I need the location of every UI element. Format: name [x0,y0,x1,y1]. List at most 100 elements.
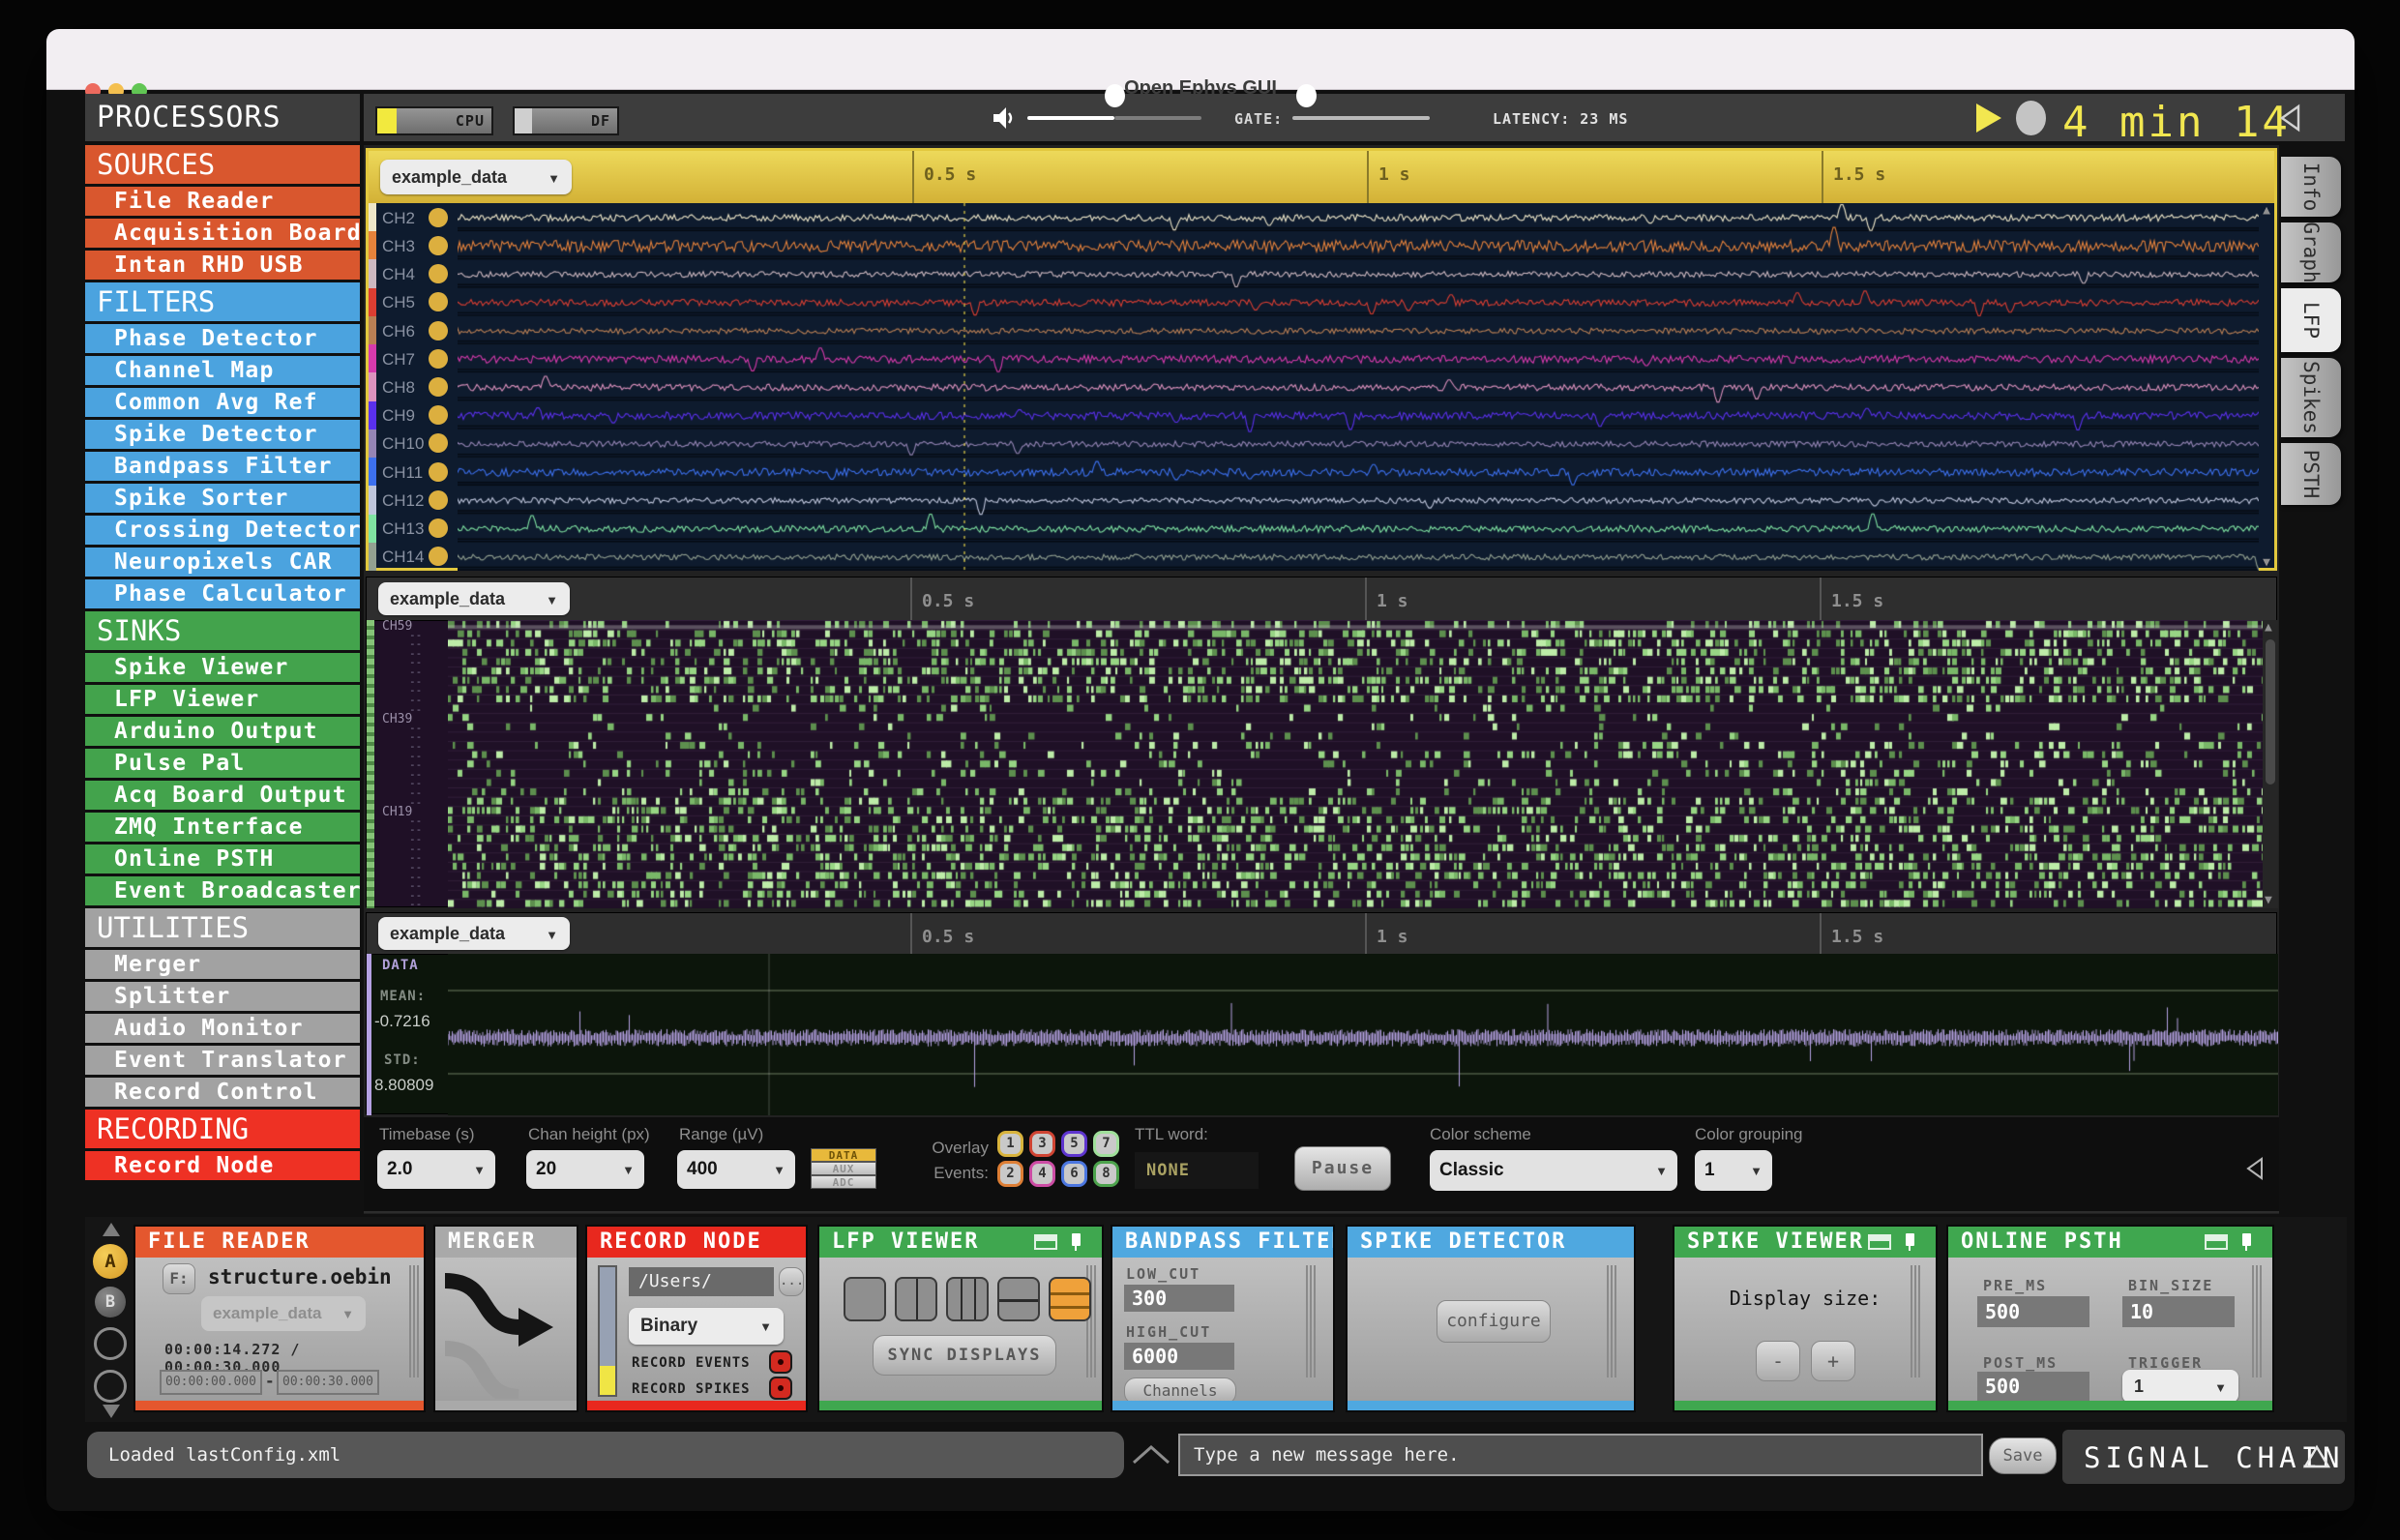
signal-type-aux-button[interactable]: AUX [811,1162,876,1175]
channel-enable-dot-ch3[interactable] [429,235,448,255]
raster-canvas[interactable] [448,620,2263,908]
tab-graph[interactable]: Graph [2281,222,2341,283]
channel-enable-dot-ch2[interactable] [429,207,448,227]
audio-config-b-button[interactable]: B [95,1287,126,1318]
processor-item-online-psth[interactable]: Online PSTH [85,844,360,874]
signal-chain-toggle-icon[interactable] [2302,1443,2331,1470]
processor-item-arduino-output[interactable]: Arduino Output [85,717,360,746]
overlay-event-button-2[interactable]: 2 [997,1161,1023,1187]
pin-tab-icon[interactable] [2242,1233,2251,1251]
panel2-stream-selector[interactable]: example_data [378,582,570,615]
tab-psth[interactable]: PSTH [2281,443,2341,505]
monitor-display-panel-3[interactable]: example_data 0.5 s 1 s 1.5 s DATA MEAN: -0… [366,912,2278,1115]
display-size-decrease-button[interactable]: - [1756,1341,1800,1381]
processor-item-phase-calculator[interactable]: Phase Calculator [85,579,360,608]
panel1-stream-selector[interactable]: example_data [380,160,572,194]
tab-info[interactable]: Info [2281,157,2341,217]
start-time-input[interactable]: 00:00:00.000 [160,1370,262,1395]
panel2-scroll-down-icon[interactable]: ▼ [2265,894,2272,906]
processor-item-acq-board-output[interactable]: Acq Board Output [85,781,360,810]
lfp-display-panel-1[interactable]: example_data 0.5 s1 s1.5 s CH2CH3CH4CH5C… [366,148,2277,571]
post-ms-field[interactable]: 500 [1977,1372,2089,1401]
audio-config-a-button[interactable]: A [93,1244,128,1279]
pause-button[interactable]: Pause [1294,1146,1391,1191]
volume-slider-track[interactable] [1027,116,1114,120]
overlay-event-button-6[interactable]: 6 [1061,1161,1087,1187]
channel-enable-dot-ch11[interactable] [429,461,448,482]
tab-lfp[interactable]: LFP [2281,288,2341,352]
overlay-event-button-8[interactable]: 8 [1093,1161,1119,1187]
chan-height-select[interactable]: 20 [526,1150,644,1189]
channel-enable-dot-ch13[interactable] [429,518,448,539]
panel2-scrollbar[interactable]: ▲ ▼ [2263,620,2278,908]
channel-enable-dot-ch12[interactable] [429,489,448,510]
layout-three-columns-button[interactable] [946,1277,989,1321]
panel2-scrollbar-thumb[interactable] [2266,639,2275,785]
monitor-trace-canvas[interactable] [448,954,2278,1115]
channel-enable-dot-ch14[interactable] [429,547,448,567]
end-time-input[interactable]: 00:00:30.000 [277,1370,379,1395]
rail-slot-3-button[interactable] [94,1327,127,1360]
volume-slider-track-right[interactable] [1114,116,1201,120]
open-window-icon[interactable] [2205,1234,2228,1250]
expand-console-icon[interactable] [1130,1443,1172,1466]
timebase-select[interactable]: 2.0 [377,1150,495,1189]
collapse-left-icon[interactable] [2277,104,2302,133]
range-select[interactable]: 400 [677,1150,795,1189]
processor-item-record-node[interactable]: Record Node [85,1151,360,1180]
collapse-controls-icon[interactable] [2244,1156,2266,1181]
module-lfp-viewer[interactable]: LFP VIEWER SYNC DISPLAYS [819,1227,1102,1410]
gate-slider-track[interactable] [1292,116,1430,120]
record-path-field[interactable]: /Users/ [629,1267,774,1296]
processor-item-record-control[interactable]: Record Control [85,1078,360,1107]
pin-tab-icon[interactable] [1906,1233,1914,1251]
record-format-select[interactable]: Binary [629,1308,784,1345]
processor-item-neuropixels-car[interactable]: Neuropixels CAR [85,548,360,577]
channel-enable-dot-ch7[interactable] [429,348,448,369]
configure-button[interactable]: configure [1437,1300,1551,1343]
gate-slider-thumb[interactable] [1296,84,1317,107]
open-window-icon[interactable] [1868,1234,1891,1250]
processor-item-lfp-viewer[interactable]: LFP Viewer [85,685,360,714]
spike-viewer-drag-handle[interactable] [1911,1265,1920,1377]
module-record-node[interactable]: RECORD NODE /Users/ ... Binary RECORD EV… [587,1227,806,1410]
overlay-event-button-5[interactable]: 5 [1061,1131,1087,1157]
overlay-event-button-3[interactable]: 3 [1029,1131,1055,1157]
overlay-event-button-4[interactable]: 4 [1029,1161,1055,1187]
processor-item-zmq-interface[interactable]: ZMQ Interface [85,813,360,842]
processor-item-channel-map[interactable]: Channel Map [85,356,360,385]
display-size-increase-button[interactable]: + [1811,1341,1855,1381]
play-button[interactable] [1976,104,2001,133]
module-spike-detector[interactable]: SPIKE DETECTOR configure [1348,1227,1634,1410]
processor-item-bandpass-filter[interactable]: Bandpass Filter [85,452,360,481]
panel1-scroll-up-icon[interactable]: ▲ [2263,204,2270,217]
layout-two-columns-button[interactable] [895,1277,937,1321]
channel-enable-dot-ch10[interactable] [429,433,448,454]
signal-type-adc-button[interactable]: ADC [811,1175,876,1189]
spike-detector-drag-handle[interactable] [1607,1265,1616,1377]
module-online-psth[interactable]: ONLINE PSTH PRE_MS 500 BIN_SIZE 10 POST_… [1948,1227,2272,1410]
rail-slot-4-button[interactable] [94,1370,127,1403]
channel-enable-dot-ch6[interactable] [429,320,448,341]
processor-item-audio-monitor[interactable]: Audio Monitor [85,1014,360,1043]
channel-enable-dot-ch5[interactable] [429,292,448,312]
panel2-scroll-up-icon[interactable]: ▲ [2265,621,2272,634]
processor-item-intan-rhd-usb[interactable]: Intan RHD USB [85,251,360,280]
processor-item-event-translator[interactable]: Event Translator [85,1046,360,1075]
channel-enable-dot-ch9[interactable] [429,405,448,426]
rail-scroll-down-icon[interactable] [103,1405,120,1418]
save-message-button[interactable]: Save [1989,1437,2057,1474]
processor-item-merger[interactable]: Merger [85,950,360,979]
overlay-event-button-1[interactable]: 1 [997,1131,1023,1157]
processor-item-spike-sorter[interactable]: Spike Sorter [85,484,360,513]
volume-slider-thumb[interactable] [1105,84,1125,107]
bandpass-drag-handle[interactable] [1306,1265,1316,1377]
message-input[interactable]: Type a new message here. [1178,1434,1983,1476]
processor-item-common-avg-ref[interactable]: Common Avg Ref [85,388,360,417]
layout-single-button[interactable] [844,1277,886,1321]
sync-displays-button[interactable]: SYNC DISPLAYS [873,1335,1056,1376]
low-cut-field[interactable]: 300 [1124,1285,1234,1312]
pre-ms-field[interactable]: 500 [1977,1296,2089,1327]
layout-two-rows-button[interactable] [997,1277,1040,1321]
processor-item-splitter[interactable]: Splitter [85,982,360,1011]
